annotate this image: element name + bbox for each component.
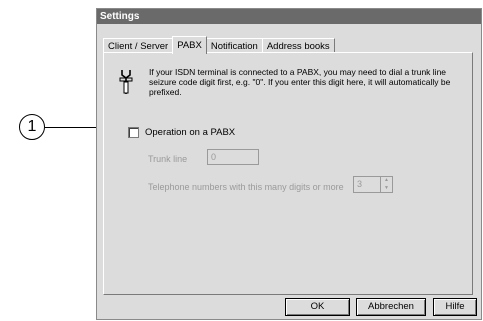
window-title: Settings bbox=[100, 11, 140, 22]
pabx-panel: If your ISDN terminal is connected to a … bbox=[103, 52, 473, 295]
digits-label: Telephone numbers with this many digits … bbox=[148, 182, 344, 192]
window-titlebar: Settings bbox=[97, 9, 481, 24]
info-text: If your ISDN terminal is connected to a … bbox=[149, 67, 451, 97]
settings-window: Settings Client / Server PABX Notificati… bbox=[96, 8, 482, 320]
digits-value[interactable]: 3 bbox=[354, 177, 380, 192]
digits-spinner[interactable]: 3 ▲ ▼ bbox=[353, 176, 393, 193]
spin-buttons: ▲ ▼ bbox=[380, 177, 392, 192]
trunk-line-input[interactable]: 0 bbox=[207, 149, 259, 165]
ok-button[interactable]: OK bbox=[285, 298, 350, 316]
tab-pabx[interactable]: PABX bbox=[172, 36, 207, 54]
callout-number: 1 bbox=[27, 118, 37, 135]
tab-strip: Client / Server PABX Notification Addres… bbox=[103, 36, 335, 54]
callout-marker: 1 bbox=[19, 114, 45, 140]
trunk-line-label: Trunk line bbox=[148, 154, 188, 164]
help-button[interactable]: Hilfe bbox=[433, 298, 477, 316]
spin-up-icon[interactable]: ▲ bbox=[381, 177, 392, 185]
pabx-option-row[interactable]: Operation on a PABX bbox=[128, 127, 235, 138]
wrench-icon bbox=[119, 70, 133, 94]
spin-down-icon[interactable]: ▼ bbox=[381, 185, 392, 193]
pabx-checkbox-label: Operation on a PABX bbox=[145, 127, 236, 138]
cancel-button[interactable]: Abbrechen bbox=[356, 298, 426, 316]
pabx-checkbox[interactable] bbox=[128, 127, 139, 138]
